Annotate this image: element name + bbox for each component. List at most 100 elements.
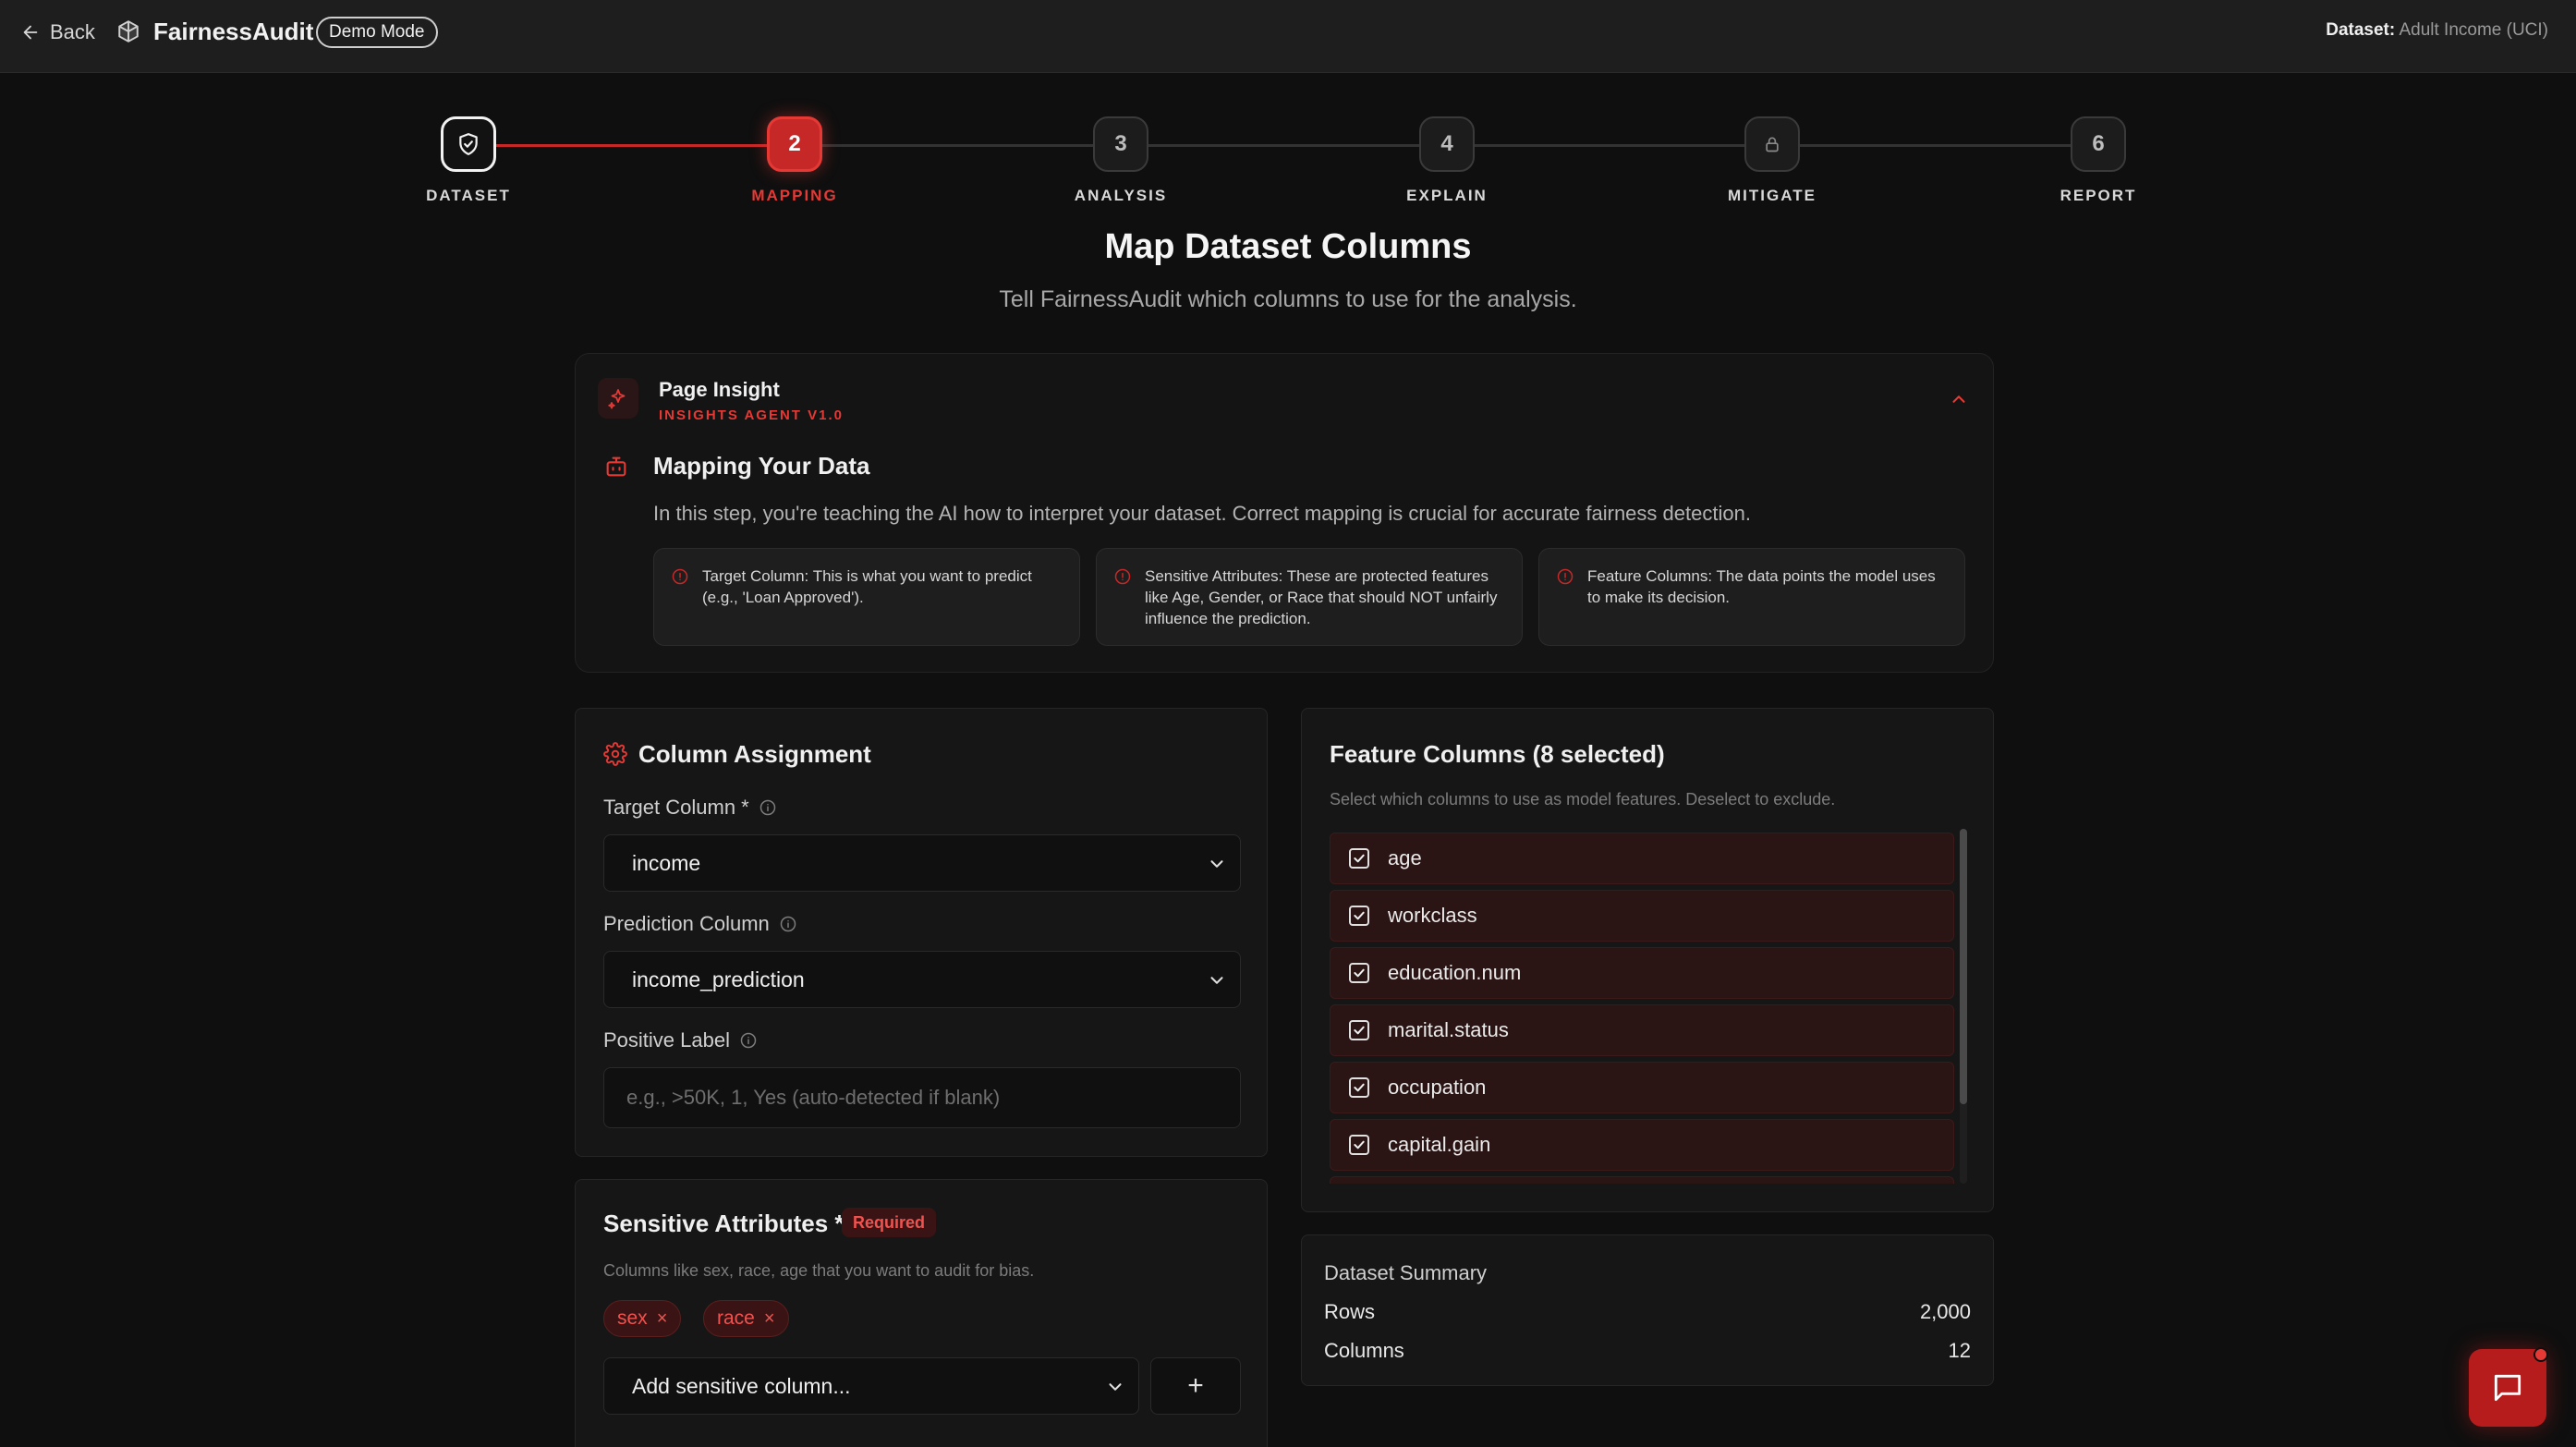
dataset-indicator: Dataset: Adult Income (UCI) [2326,20,2548,41]
sensitive-attributes-panel: Sensitive Attributes * Required Columns … [575,1179,1268,1447]
prediction-column-label-text: Prediction Column [603,912,770,935]
rows-label: Rows [1324,1300,1376,1323]
step-circle-explain: 4 [1419,116,1475,172]
demo-mode-badge: Demo Mode [316,17,438,48]
page-subtitle: Tell FairnessAudit which columns to use … [999,286,1577,312]
feature-label: marital.status [1388,1018,1509,1041]
column-assignment-panel: Column Assignment Target Column * income… [575,708,1268,1157]
back-label: Back [50,20,95,43]
lock-icon [1766,137,1779,152]
columns-value: 12 [1948,1339,1971,1362]
tip-text: Target Column: This is what you want to … [702,567,1032,606]
feature-columns-panel: Feature Columns (8 selected) Select whic… [1301,708,1994,1212]
feature-item-partial[interactable] [1330,1176,1954,1184]
page-title: Map Dataset Columns [1104,227,1472,266]
summary-row-columns: Columns 12 [1324,1339,1971,1363]
step-label: REPORT [2060,187,2137,204]
back-button[interactable]: Back [20,20,95,44]
add-sensitive-column-select[interactable]: Add sensitive column... [603,1357,1139,1415]
step-mapping[interactable]: 2 MAPPING [702,116,887,205]
dataset-summary-title: Dataset Summary [1324,1261,1488,1284]
brand-name: FairnessAudit [153,18,314,45]
remove-chip-icon[interactable]: × [657,1308,668,1330]
info-icon[interactable] [759,798,777,817]
prediction-column-select[interactable]: income_prediction [603,951,1241,1008]
scrollbar-thumb[interactable] [1960,829,1967,1104]
target-column-select[interactable]: income [603,834,1241,892]
positive-label-input[interactable] [603,1067,1241,1128]
feature-columns-title: Feature Columns (8 selected) [1330,740,1665,768]
insight-heading: Mapping Your Data [653,452,870,480]
sensitive-chip-race: race × [703,1300,789,1337]
step-circle-dataset [441,116,496,172]
feature-help-text: Select which columns to use as model fea… [1330,790,1836,809]
feature-item-age[interactable]: age [1330,833,1954,884]
step-circle-report: 6 [2071,116,2126,172]
checkbox-checked-icon[interactable] [1349,906,1369,926]
chip-label: sex [617,1307,648,1329]
step-mitigate[interactable]: MITIGATE [1680,116,1865,205]
tip-target-column: Target Column: This is what you want to … [653,548,1080,646]
sensitive-help-text: Columns like sex, race, age that you wan… [603,1261,1035,1280]
step-label: ANALYSIS [1074,187,1168,204]
feature-list-scrollbar[interactable] [1960,829,1967,1184]
sparkles-icon [608,389,626,409]
robot-icon [606,456,626,477]
top-bar: Back FairnessAudit Demo Mode Dataset: Ad… [0,0,2576,73]
sensitive-attributes-title: Sensitive Attributes * [603,1210,844,1237]
arrow-left-icon [23,25,38,40]
step-label: DATASET [426,187,511,204]
chip-label: race [717,1307,755,1329]
step-explain[interactable]: 4 EXPLAIN [1355,116,1539,205]
checkbox-checked-icon[interactable] [1349,1135,1369,1155]
dataset-summary-panel: Dataset Summary Rows 2,000 Columns 12 [1301,1234,1994,1386]
step-circle-mapping: 2 [767,116,822,172]
cube-logo-icon [118,20,139,43]
positive-label-label-text: Positive Label [603,1028,730,1052]
step-dataset[interactable]: DATASET [376,116,561,205]
required-badge: Required [842,1208,937,1237]
info-circle-icon [1114,568,1131,585]
shield-check-icon [459,133,478,155]
feature-item-workclass[interactable]: workclass [1330,890,1954,942]
checkbox-checked-icon[interactable] [1349,848,1369,869]
sensitive-chip-sex: sex × [603,1300,682,1337]
add-sensitive-placeholder: Add sensitive column... [632,1373,851,1398]
checkbox-checked-icon[interactable] [1349,1077,1369,1098]
page-insight-card: Page Insight INSIGHTS AGENT V1.0 Mapping… [575,353,1994,673]
insight-title: Page Insight [659,378,780,401]
info-circle-icon [672,568,688,585]
step-analysis[interactable]: 3 ANALYSIS [1028,116,1213,205]
chevron-up-icon[interactable] [1949,389,1969,409]
prediction-column-label: Prediction Column [603,912,797,936]
feature-item-marital-status[interactable]: marital.status [1330,1004,1954,1056]
remove-chip-icon[interactable]: × [764,1308,775,1330]
step-report[interactable]: 6 REPORT [2006,116,2191,205]
feature-item-occupation[interactable]: occupation [1330,1062,1954,1113]
info-icon[interactable] [739,1031,758,1050]
feature-label: capital.gain [1388,1133,1491,1156]
info-icon[interactable] [779,915,797,933]
add-sensitive-button[interactable]: + [1150,1357,1241,1415]
chat-button[interactable] [2469,1347,2548,1427]
step-circle-analysis: 3 [1093,116,1148,172]
insight-description: In this step, you're teaching the AI how… [653,502,1751,525]
chevron-down-icon [1109,1383,1122,1391]
checkbox-checked-icon[interactable] [1349,963,1369,983]
feature-label: age [1388,846,1422,869]
notification-dot [2533,1347,2548,1362]
positive-label-label: Positive Label [603,1028,758,1052]
tip-sensitive-attributes: Sensitive Attributes: These are protecte… [1096,548,1523,646]
prediction-column-value: income_prediction [632,967,805,991]
feature-column-list[interactable]: age workclass education.num marital.stat… [1330,829,1969,1184]
feature-item-capital-gain[interactable]: capital.gain [1330,1119,1954,1171]
tip-feature-columns: Feature Columns: The data points the mod… [1538,548,1965,646]
feature-label: workclass [1388,904,1477,927]
dataset-prefix: Dataset: [2326,20,2396,40]
columns-label: Columns [1324,1339,1404,1362]
step-label: MAPPING [751,187,838,204]
feature-item-education-num[interactable]: education.num [1330,947,1954,999]
step-label: MITIGATE [1728,187,1817,204]
chat-bubble-icon [2494,1374,2521,1402]
checkbox-checked-icon[interactable] [1349,1020,1369,1040]
